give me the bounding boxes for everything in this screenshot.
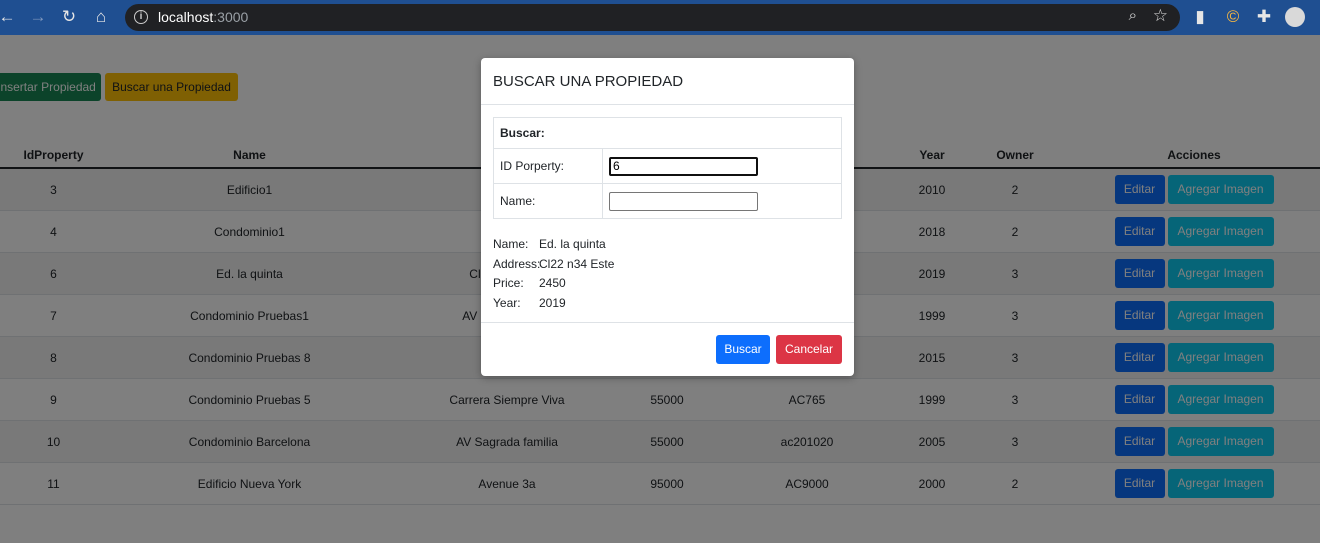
name-input[interactable] — [609, 191, 758, 211]
profile-avatar-icon[interactable] — [1285, 7, 1305, 27]
result-address-value: Cl22 n34 Este — [539, 256, 615, 271]
id-label: ID Porperty: — [493, 148, 603, 184]
site-info-icon[interactable]: i — [134, 10, 148, 24]
search-modal: BUSCAR UNA PROPIEDAD Buscar: ID Porperty… — [481, 58, 854, 376]
search-form-table: Buscar: ID Porperty: Name: — [493, 117, 842, 219]
search-heading: Buscar: — [493, 117, 842, 149]
result-name: Name: Ed. la quinta — [493, 235, 614, 255]
address-bar[interactable]: i localhost:3000 ⌕ ☆ — [125, 4, 1180, 31]
cancel-button[interactable]: Cancelar — [776, 335, 842, 364]
result-name-value: Ed. la quinta — [539, 237, 606, 251]
modal-header: BUSCAR UNA PROPIEDAD — [481, 58, 854, 105]
result-year: Year: 2019 — [493, 294, 614, 314]
extension-shield-icon[interactable]: ▮ — [1189, 6, 1211, 28]
result-year-value: 2019 — [539, 295, 566, 310]
url-text: localhost:3000 — [158, 9, 248, 25]
url-host: localhost — [158, 9, 214, 25]
back-arrow-icon[interactable]: ← — [0, 6, 18, 28]
modal-footer: Buscar Cancelar — [481, 322, 854, 377]
browser-toolbar: ← → ↻ ⌂ i localhost:3000 ⌕ ☆ ▮ © ✚ — [0, 0, 1320, 35]
result-address-key: Address: — [493, 256, 541, 271]
extension-c-icon[interactable]: © — [1222, 6, 1244, 28]
home-icon[interactable]: ⌂ — [90, 6, 112, 28]
buscar-button[interactable]: Buscar — [716, 335, 770, 364]
result-year-key: Year: — [493, 295, 521, 310]
modal-title: BUSCAR UNA PROPIEDAD — [493, 73, 684, 90]
result-price-value: 2450 — [539, 276, 566, 290]
name-cell — [602, 183, 842, 219]
name-label: Name: — [493, 183, 603, 219]
result-name-key: Name: — [493, 237, 529, 251]
search-result: Name: Ed. la quinta Address:Cl22 n34 Este… — [493, 235, 614, 313]
id-cell — [602, 148, 842, 184]
bookmark-star-icon[interactable]: ☆ — [1153, 6, 1168, 26]
result-address: Address:Cl22 n34 Este — [493, 255, 614, 275]
result-price: Price: 2450 — [493, 274, 614, 294]
extensions-puzzle-icon[interactable]: ✚ — [1253, 6, 1275, 28]
result-price-key: Price: — [493, 276, 524, 290]
forward-arrow-icon[interactable]: → — [27, 6, 49, 28]
id-input[interactable] — [609, 156, 758, 176]
url-port: :3000 — [213, 9, 249, 25]
reload-icon[interactable]: ↻ — [58, 6, 80, 28]
zoom-icon[interactable]: ⌕ — [1129, 7, 1137, 24]
